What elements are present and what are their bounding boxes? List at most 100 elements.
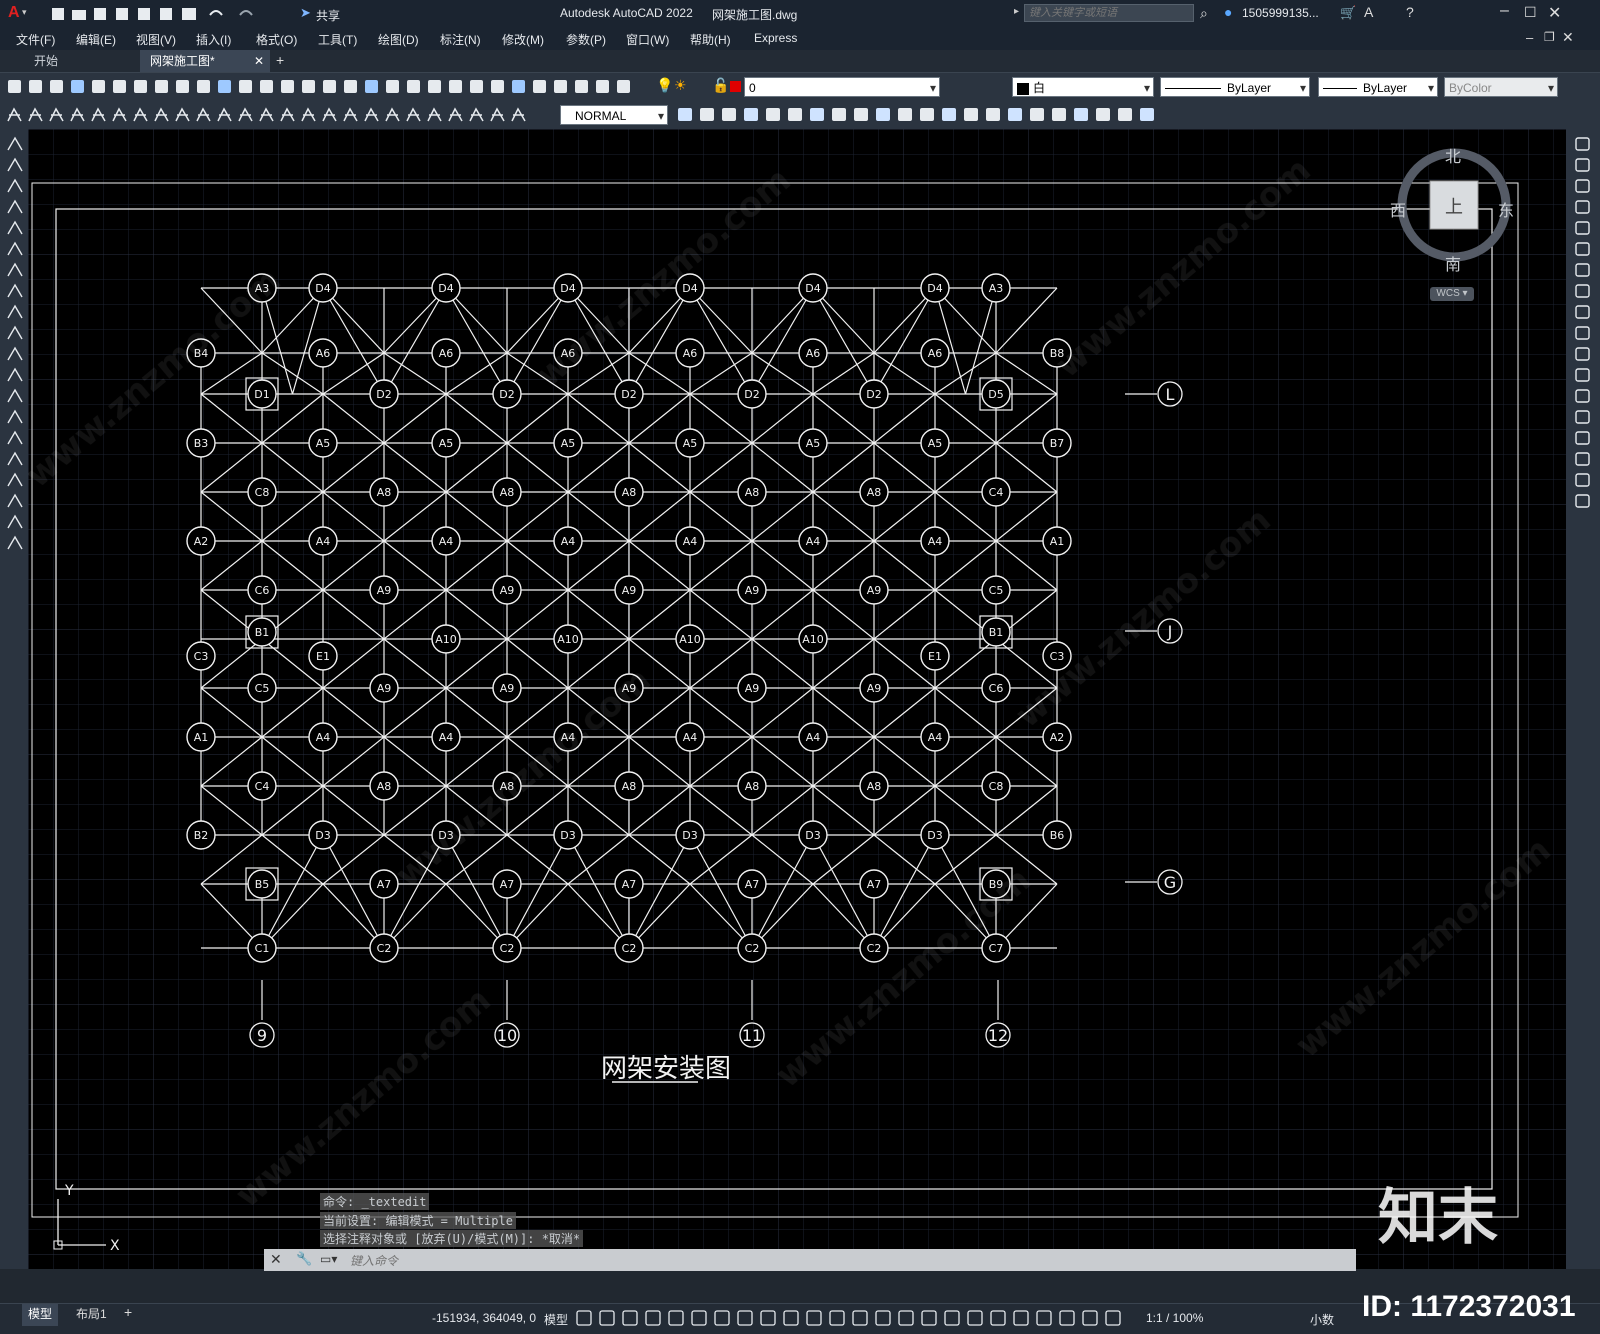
truss-node: A4 [920,722,950,752]
plotstyle-dropdown[interactable]: ByColor ▾ [1444,77,1558,97]
user-name[interactable]: 1505999135... [1242,6,1319,20]
viewcube-south[interactable]: 南 [1445,251,1461,275]
add-layout-icon[interactable]: + [124,1304,132,1320]
svg-text:A9: A9 [500,584,515,597]
tab-start[interactable]: 开始 [24,50,154,72]
layer-lock-icon[interactable]: 🔓 [712,77,729,94]
autodesk-account-icon[interactable]: A [1364,4,1373,20]
share-button[interactable]: 共享 [316,7,340,24]
user-icon[interactable]: ● [1224,4,1232,20]
layer-sun-icon[interactable]: ☀ [674,77,687,94]
command-recent-icon[interactable]: ▭▾ [320,1252,337,1266]
truss-node: A5 [553,428,583,458]
cart-icon[interactable]: 🛒 [1340,5,1356,21]
minimize-icon[interactable]: – [1500,2,1509,20]
modify-tools-icons[interactable] [1574,135,1592,515]
command-history-line-2: 当前设置: 编辑模式 = Multiple [320,1212,516,1229]
menu-insert[interactable]: 插入(I) [196,31,231,48]
autocad-logo-icon[interactable]: A [8,4,20,22]
search-expand-icon[interactable]: ▸ [1014,6,1019,17]
svg-text:A7: A7 [867,878,882,891]
truss-node: A4 [308,722,338,752]
help-icon[interactable]: ? [1406,4,1414,20]
layer-dropdown[interactable]: 0 ▾ [744,77,940,97]
command-line[interactable]: ✕ 🔧 ▭▾ [264,1249,1356,1271]
menu-file[interactable]: 文件(F) [16,31,55,48]
linetype-dropdown[interactable]: ByLayer ▾ [1160,77,1310,97]
svg-text:A4: A4 [316,731,331,744]
dimstyle-dropdown[interactable]: NORMAL ▾ [560,105,668,125]
dimension-toolbar-icons[interactable] [6,105,556,125]
new-tab-plus-icon[interactable]: + [276,52,284,68]
drafting-aids-icons[interactable] [575,1309,1135,1329]
svg-text:C5: C5 [989,584,1004,597]
viewcube-west[interactable]: 西 [1390,197,1406,221]
svg-text:A5: A5 [928,437,943,450]
wcs-menu[interactable]: WCS ▾ [1430,287,1474,301]
close-icon[interactable]: ✕ [1548,3,1561,23]
menu-draw[interactable]: 绘图(D) [378,31,419,48]
doc-restore-icon[interactable]: ❐ [1544,30,1555,44]
doc-minimize-icon[interactable]: – [1526,30,1533,45]
drawing-canvas[interactable]: A3 D4 D4 D4 D4 D4 D4 A3 B4 A6 A6 A6 A6 A6 A6 B8 D1 D2 D2 D2… [28,129,1566,1271]
standard-toolbar-icons[interactable] [6,77,656,97]
quick-access-toolbar[interactable] [50,5,290,23]
menu-tools[interactable]: 工具(T) [318,31,357,48]
svg-text:D2: D2 [866,388,881,401]
maximize-icon[interactable]: ☐ [1524,4,1537,21]
coordinates-readout[interactable]: -151934, 364049, 0 [432,1311,536,1325]
doc-close-icon[interactable]: ✕ [1562,29,1574,46]
app-menu-chevron-icon[interactable]: ▾ [22,7,27,18]
model-space[interactable]: A3 D4 D4 D4 D4 D4 D4 A3B4 A6 A6 A6 A6 A6 A6 B8D1 D2 D2 D2… [28,129,1566,1269]
truss-node: A4 [798,722,828,752]
plotstyle-value: ByColor [1449,81,1492,95]
truss-node: A7 [369,869,399,899]
truss-node: A3 [981,273,1011,303]
command-customize-icon[interactable]: 🔧 [296,1251,312,1267]
layer-color-swatch[interactable] [730,81,741,92]
layer-lightbulb-icon[interactable]: 💡 [656,77,673,94]
units-display[interactable]: 小数 [1310,1311,1334,1328]
svg-text:D1: D1 [254,388,269,401]
viewcube[interactable]: 北 南 东 西 上 WCS ▾ [1390,143,1516,301]
tab-close-icon[interactable]: ✕ [254,50,264,72]
layout-tab-model[interactable]: 模型 [22,1304,59,1326]
menu-express[interactable]: Express [754,31,797,45]
viewcube-top-face[interactable]: 上 [1445,193,1463,219]
color-dropdown[interactable]: 白 ▾ [1012,77,1154,97]
menu-format[interactable]: 格式(O) [256,31,297,48]
menu-modify[interactable]: 修改(M) [502,31,544,48]
share-icon[interactable]: ➤ [300,5,311,21]
lineweight-dropdown[interactable]: ByLayer ▾ [1318,77,1438,97]
search-icon[interactable]: ⌕ [1200,5,1208,22]
command-close-icon[interactable]: ✕ [270,1251,282,1268]
tab-drawing[interactable]: 网架施工图* ✕ [140,50,270,72]
menu-parametric[interactable]: 参数(P) [566,31,606,48]
viewcube-east[interactable]: 东 [1498,197,1514,221]
menu-bar: 文件(F) 编辑(E) 视图(V) 插入(I) 格式(O) 工具(T) 绘图(D… [0,28,1600,50]
menu-help[interactable]: 帮助(H) [690,31,731,48]
svg-text:A9: A9 [867,682,882,695]
annotation-scale[interactable]: 1:1 / 100% [1146,1311,1203,1325]
command-input[interactable] [348,1251,1342,1271]
svg-text:C2: C2 [377,942,392,955]
model-space-button[interactable]: 模型 [544,1311,568,1328]
svg-text:A4: A4 [439,535,454,548]
menu-edit[interactable]: 编辑(E) [76,31,116,48]
viewcube-north[interactable]: 北 [1445,143,1461,167]
search-input[interactable] [1024,4,1194,22]
menu-dimension[interactable]: 标注(N) [440,31,481,48]
layout-tab-layout1[interactable]: 布局1 [70,1304,113,1326]
command-history-line-1: 命令: _textedit [320,1193,430,1210]
svg-text:A5: A5 [316,437,331,450]
truss-node: A7 [492,869,522,899]
svg-text:A8: A8 [745,486,760,499]
svg-text:D2: D2 [376,388,391,401]
draw-tools-icons[interactable] [6,135,24,555]
menu-view[interactable]: 视图(V) [136,31,176,48]
svg-text:D3: D3 [805,829,820,842]
menu-window[interactable]: 窗口(W) [626,31,669,48]
svg-text:C2: C2 [500,942,515,955]
svg-text:A7: A7 [745,878,760,891]
modify-toolbar-icons[interactable] [676,105,1166,125]
